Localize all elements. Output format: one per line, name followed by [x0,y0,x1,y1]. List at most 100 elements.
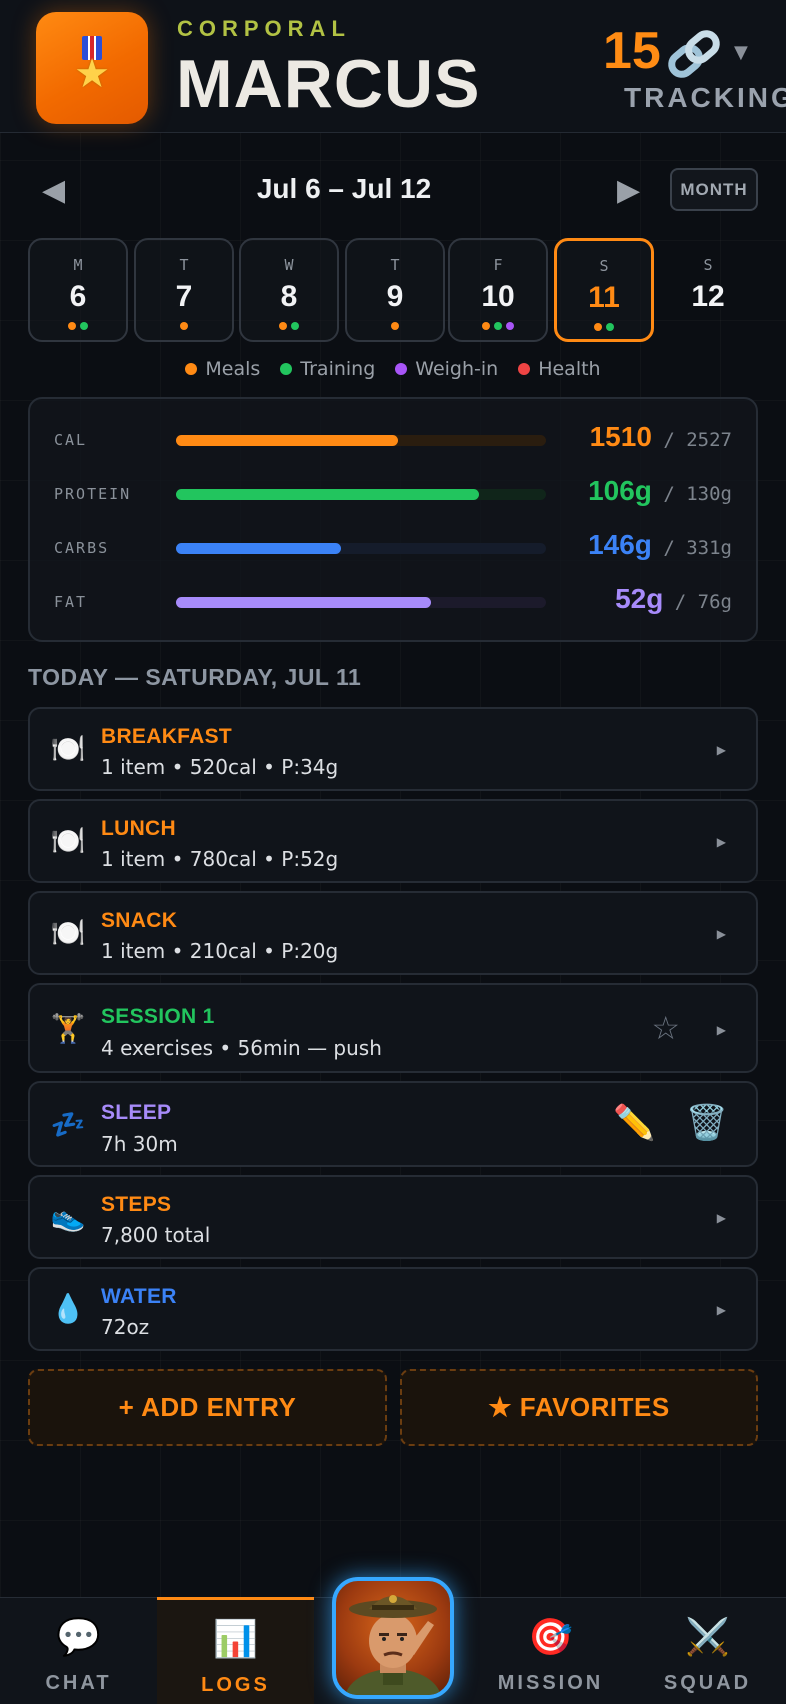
log-entry-steps[interactable]: 👟 STEPS 7,800 total ▶ [28,1175,758,1259]
entry-title: BREAKFAST [101,725,233,748]
nav-mission[interactable]: 🎯 MISSION [472,1598,629,1704]
next-week-icon[interactable]: ▶ [617,176,640,206]
nav-squad[interactable]: ⚔️ SQUAD [629,1598,786,1704]
entry-title: SLEEP [101,1101,172,1124]
plate-icon: 🍽️ [50,824,86,857]
nav-chat[interactable]: 💬 CHAT [0,1598,157,1704]
activity-legend: Meals Training Weigh-in Health [0,358,786,380]
day-indicators [347,322,443,330]
macro-row-protein: PROTEIN 106g / 130g [30,475,756,515]
day-number: 11 [588,281,620,314]
day-cell-thu[interactable]: T 9 [345,238,445,342]
entry-subtitle: 1 item • 780cal • P:52g [101,847,339,871]
fat-current: 52g [615,583,664,614]
day-number: 10 [481,280,515,313]
log-entry-sleep[interactable]: 💤 SLEEP 7h 30m ✏️ 🗑️ [28,1081,758,1167]
day-cell-sat-selected[interactable]: S 11 [554,238,654,342]
chevron-down-icon[interactable]: ▼ [734,42,748,63]
macro-track [176,435,546,446]
plate-icon: 🍽️ [50,916,86,949]
carbs-current: 146g [588,529,652,560]
entry-subtitle: 4 exercises • 56min — push [101,1036,382,1060]
macro-row-carbs: CARBS 146g / 331g [30,529,756,569]
day-letter: W [284,256,294,274]
protein-progress-bar [176,489,480,500]
fat-target: / 76g [674,591,732,613]
chevron-right-icon[interactable]: ▶ [717,835,726,849]
day-cell-tue[interactable]: T 7 [134,238,234,342]
prev-week-icon[interactable]: ◀ [42,176,65,206]
day-letter: M [73,256,83,274]
legend-training: Training [280,358,375,380]
carbs-progress-bar [176,543,341,554]
macro-value: 52g / 76g [615,583,732,615]
macro-label: CARBS [54,539,110,557]
day-letter: S [703,256,713,274]
day-indicators [136,322,232,330]
cal-current: 1510 [589,421,652,452]
log-entry-lunch[interactable]: 🍽️ LUNCH 1 item • 780cal • P:52g ▶ [28,799,758,883]
day-letter: T [390,256,400,274]
day-indicators [450,322,546,330]
protein-target: / 130g [663,483,732,505]
entry-subtitle: 7h 30m [101,1132,178,1156]
macro-summary-card: CAL 1510 / 2527 PROTEIN 106g / 130g CARB… [28,397,758,642]
favorites-button[interactable]: ★ FAVORITES [400,1369,758,1446]
day-number: 8 [280,280,298,313]
macro-value: 106g / 130g [588,475,732,507]
log-entry-session[interactable]: 🏋️ SESSION 1 4 exercises • 56min — push … [28,983,758,1073]
fat-progress-bar [176,597,432,608]
macro-label: PROTEIN [54,485,132,503]
day-letter: F [493,256,503,274]
macro-label: FAT [54,593,88,611]
chevron-right-icon[interactable]: ▶ [717,743,726,757]
day-number: 6 [69,280,87,313]
coach-avatar-button[interactable] [332,1577,454,1699]
medal-icon: ★ [72,36,112,100]
protein-current: 106g [588,475,652,506]
macro-track [176,543,546,554]
macro-row-cal: CAL 1510 / 2527 [30,421,756,461]
chevron-right-icon[interactable]: ▶ [717,1303,726,1317]
rank-label: CORPORAL [177,16,351,41]
legend-meals: Meals [185,358,260,380]
trash-icon[interactable]: 🗑️ [686,1103,728,1143]
weightlifter-icon: 🏋️ [50,1012,86,1045]
nav-label: LOGS [201,1674,270,1696]
chevron-right-icon[interactable]: ▶ [717,927,726,941]
day-cell-mon[interactable]: M 6 [28,238,128,342]
day-number: 7 [175,280,193,313]
day-cell-sun[interactable]: S 12 [658,238,758,342]
log-entry-water[interactable]: 💧 WATER 72oz ▶ [28,1267,758,1351]
carbs-target: / 331g [663,537,732,559]
macro-value: 146g / 331g [588,529,732,561]
month-button[interactable]: MONTH [670,168,758,211]
rank-badge[interactable]: ★ [36,12,148,124]
entry-title: SESSION 1 [101,1005,215,1028]
tracking-label: TRACKING [624,82,786,113]
star-icon[interactable]: ☆ [651,1009,680,1047]
entry-title: STEPS [101,1193,172,1216]
link-icon[interactable] [664,26,724,82]
log-entry-breakfast[interactable]: 🍽️ BREAKFAST 1 item • 520cal • P:34g ▶ [28,707,758,791]
sleep-zzz-icon: 💤 [50,1108,86,1141]
day-cell-fri[interactable]: F 10 [448,238,548,342]
nav-label: MISSION [497,1672,604,1694]
nav-logs[interactable]: 📊 LOGS [157,1597,314,1704]
pencil-icon[interactable]: ✏️ [613,1103,655,1143]
chevron-right-icon[interactable]: ▶ [717,1023,726,1037]
add-entry-button[interactable]: + ADD ENTRY [28,1369,387,1446]
target-icon: 🎯 [528,1617,573,1658]
entry-title: WATER [101,1285,177,1308]
today-heading: TODAY — SATURDAY, JUL 11 [28,664,362,690]
day-number: 9 [386,280,404,313]
day-letter: T [179,256,189,274]
log-entry-snack[interactable]: 🍽️ SNACK 1 item • 210cal • P:20g ▶ [28,891,758,975]
macro-track [176,489,546,500]
nav-label: CHAT [45,1672,112,1694]
streak-count[interactable]: 15 [603,22,661,80]
day-cell-wed[interactable]: W 8 [239,238,339,342]
entry-subtitle: 1 item • 520cal • P:34g [101,755,339,779]
chevron-right-icon[interactable]: ▶ [717,1211,726,1225]
day-indicators [30,322,126,330]
